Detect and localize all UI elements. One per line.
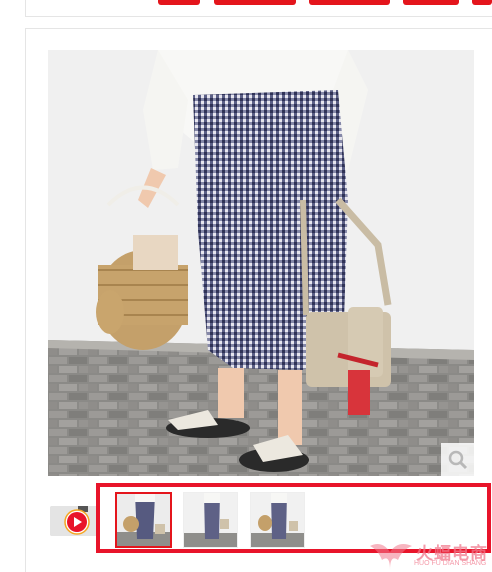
nav-button-4[interactable]: [403, 0, 459, 5]
nav-button-2[interactable]: [214, 0, 296, 5]
magnifier-icon: [448, 450, 467, 469]
play-icon[interactable]: [64, 509, 90, 535]
nav-button-5[interactable]: [472, 0, 492, 5]
zoom-button[interactable]: [441, 443, 474, 476]
bat-logo-icon: [370, 544, 412, 570]
main-product-image[interactable]: [48, 50, 474, 476]
nav-button-1[interactable]: [158, 0, 200, 5]
watermark: 火蝠电商 HUO FU DIAN SHANG: [368, 532, 492, 572]
nav-button-3[interactable]: [309, 0, 390, 5]
watermark-subtext: HUO FU DIAN SHANG: [414, 560, 487, 567]
